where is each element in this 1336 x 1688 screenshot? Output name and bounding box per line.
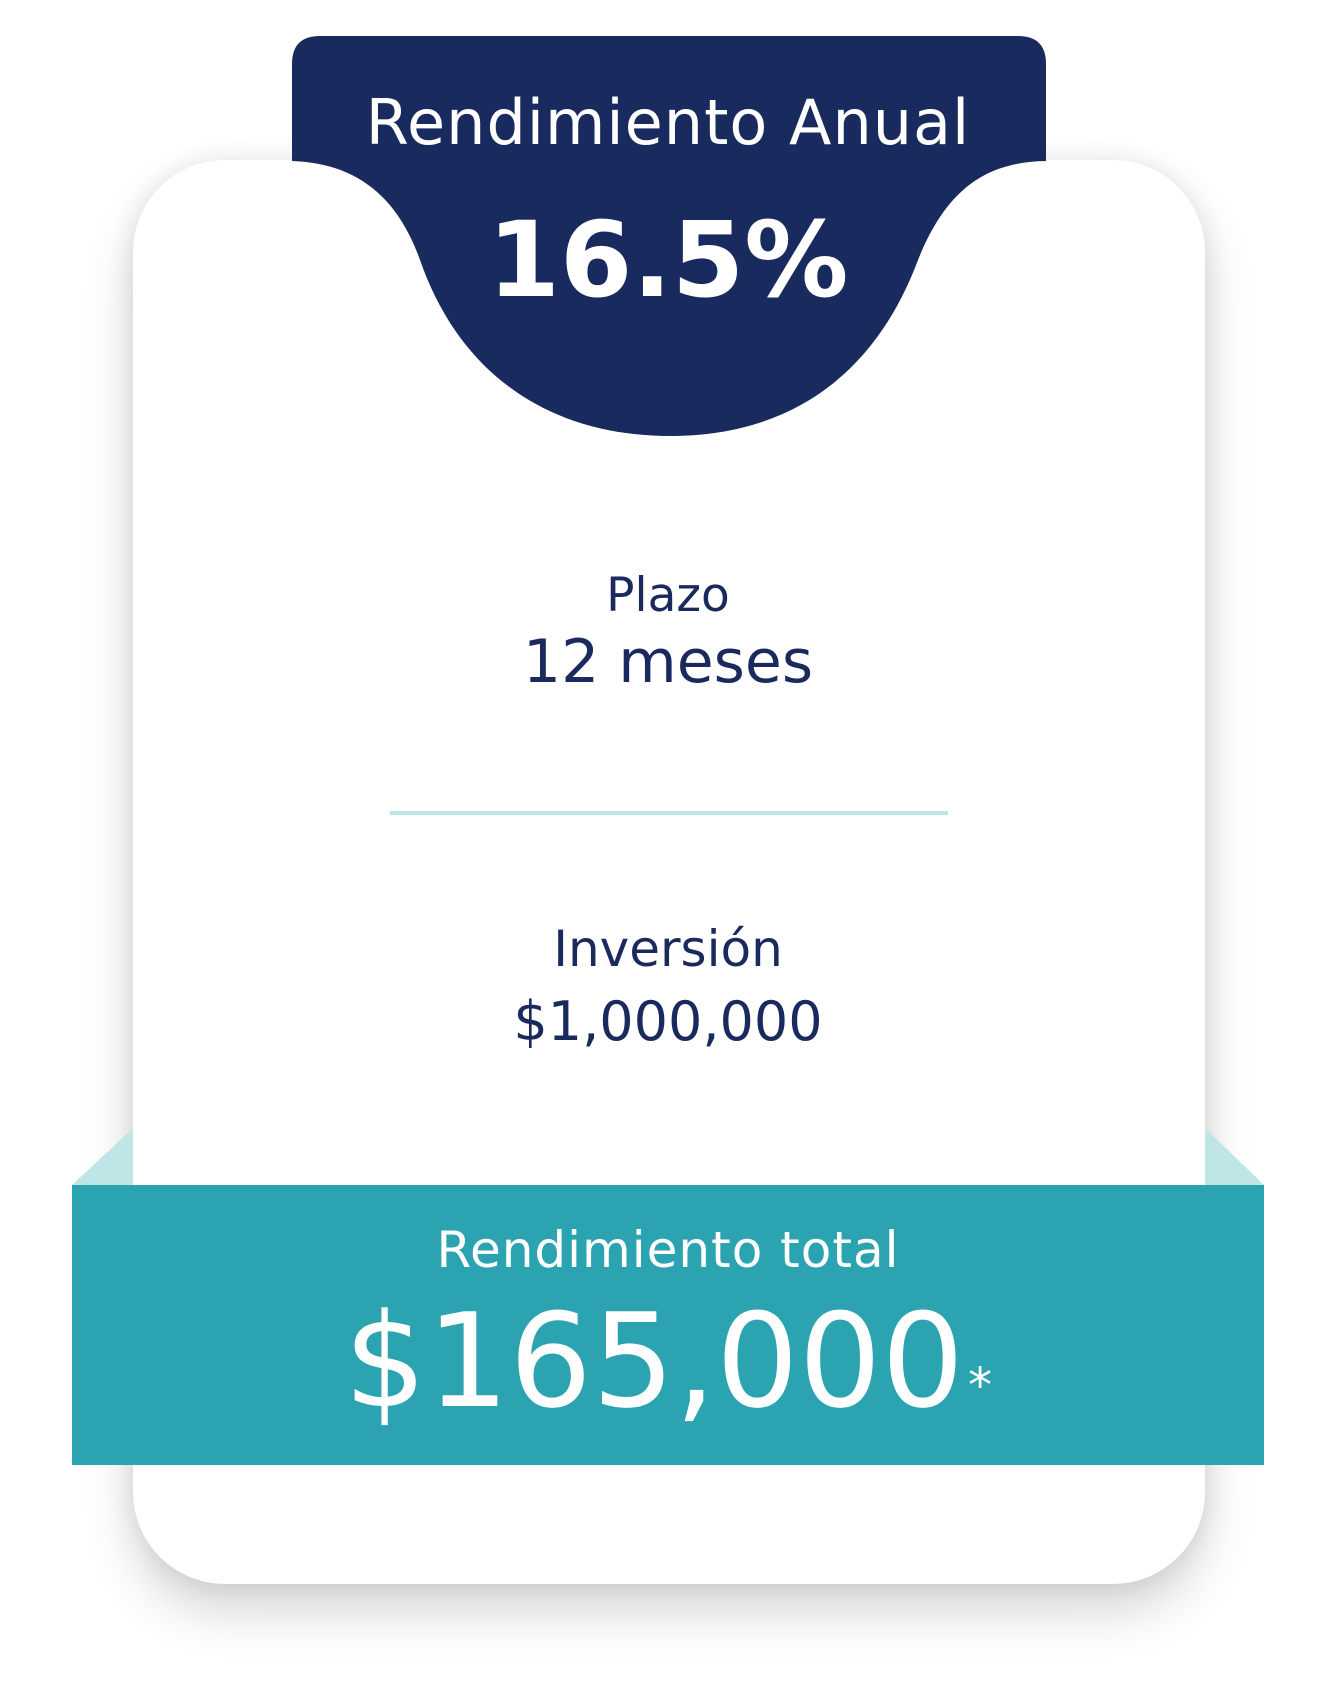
term-value: 12 meses bbox=[522, 627, 814, 697]
footnote-asterisk: * bbox=[968, 1358, 993, 1414]
total-yield-amount: $165,000* bbox=[0, 1296, 1336, 1426]
total-yield-value: $165,000 bbox=[343, 1285, 965, 1437]
ribbon-fold-left bbox=[72, 1128, 133, 1185]
annual-yield-title: Rendimiento Anual bbox=[365, 86, 971, 159]
term-label: Plazo bbox=[606, 568, 730, 623]
annual-yield-value: 16.5% bbox=[487, 199, 849, 321]
section-divider bbox=[390, 811, 948, 815]
investment-card-graphic: Rendimiento Anual 16.5% Plazo 12 meses I… bbox=[0, 0, 1336, 1688]
investment-label: Inversión bbox=[553, 920, 783, 978]
total-yield-label: Rendimiento total bbox=[436, 1221, 900, 1279]
ribbon-fold-right bbox=[1205, 1128, 1264, 1185]
investment-value: $1,000,000 bbox=[513, 990, 823, 1053]
